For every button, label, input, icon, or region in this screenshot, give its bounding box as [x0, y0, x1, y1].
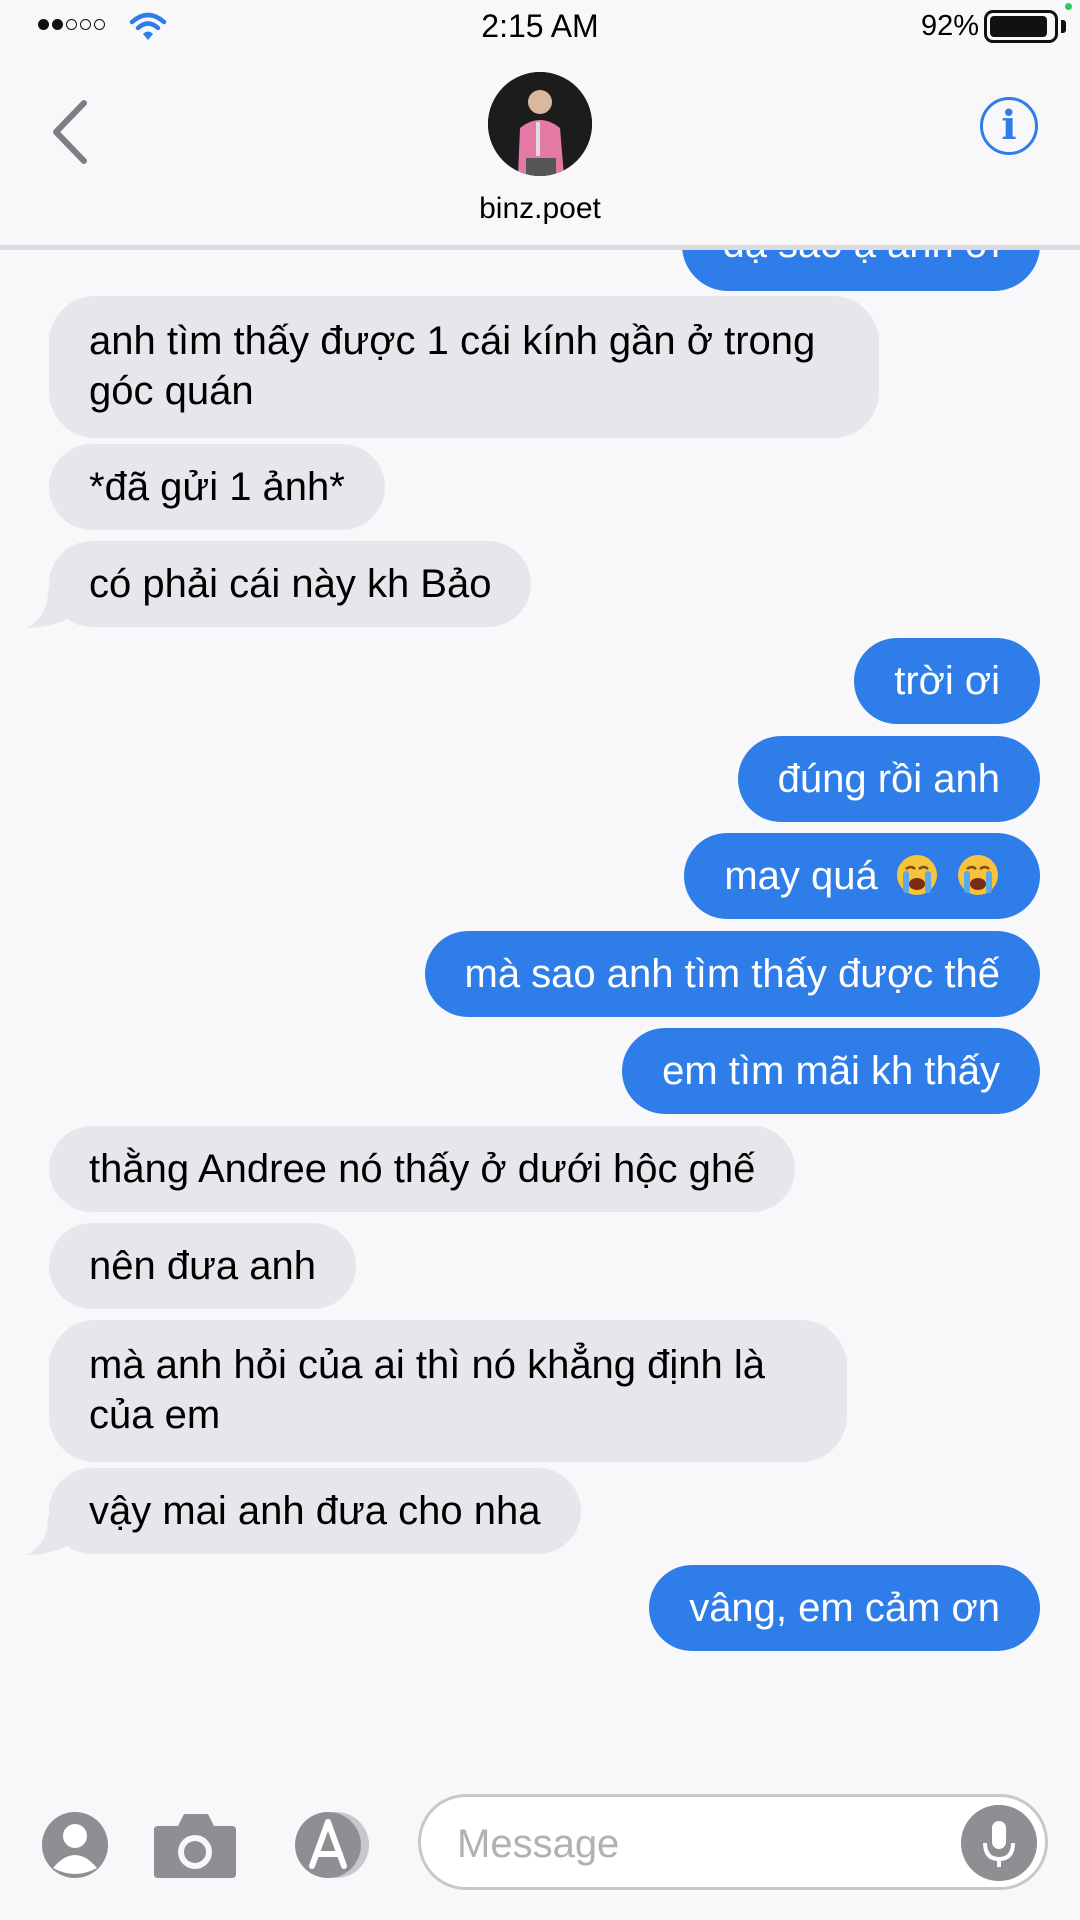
bubble-tail: [26, 590, 66, 628]
message-bubble-sent[interactable]: vâng, em cảm ơn: [649, 1565, 1040, 1651]
message-bubble-sent[interactable]: em tìm mãi kh thấy: [622, 1028, 1040, 1114]
message-field[interactable]: [418, 1794, 1048, 1890]
info-icon[interactable]: i: [980, 97, 1038, 155]
message-text: trời ơi: [894, 659, 1000, 703]
avatar-image: [488, 72, 592, 176]
message-text: nên đưa anh: [89, 1244, 316, 1288]
message-text: đúng rồi anh: [777, 757, 1000, 801]
message-text: anh tìm thấy được 1 cái kính gần ở trong…: [89, 319, 816, 413]
message-text: vâng, em cảm ơn: [689, 1586, 1000, 1630]
message-text: mà anh hỏi của ai thì nó khẳng định là c…: [89, 1343, 766, 1437]
microphone-icon[interactable]: [961, 1805, 1037, 1881]
message-bubble-received[interactable]: nên đưa anh: [49, 1223, 356, 1309]
message-thread[interactable]: dạ sao ạ anh ơi anh tìm thấy được 1 cái …: [0, 0, 1080, 1920]
message-bubble-received[interactable]: *đã gửi 1 ảnh*: [49, 444, 385, 530]
header-divider: [0, 245, 1080, 250]
message-text: em tìm mãi kh thấy: [662, 1049, 1000, 1093]
chevron-left-icon[interactable]: [44, 97, 100, 167]
message-text: vậy mai anh đưa cho nha: [89, 1489, 541, 1533]
message-text: may quá: [724, 854, 878, 898]
message-bubble-sent[interactable]: may quá: [684, 833, 1040, 919]
app-store-icon[interactable]: [290, 1810, 376, 1880]
message-bubble-received[interactable]: anh tìm thấy được 1 cái kính gần ở trong…: [49, 296, 879, 438]
message-text: thằng Andree nó thấy ở dưới hộc ghế: [89, 1147, 756, 1191]
contact-icon[interactable]: [40, 1810, 110, 1880]
message-bubble-received[interactable]: vậy mai anh đưa cho nha: [49, 1468, 581, 1554]
message-text: có phải cái này kh Bảo: [89, 562, 492, 606]
message-bubble-sent[interactable]: trời ơi: [854, 638, 1040, 724]
message-text: mà sao anh tìm thấy được thế: [464, 952, 1001, 996]
conversation-header: binz.poet i: [0, 52, 1080, 245]
loudly-crying-face-icon: [896, 855, 937, 895]
composer-bar: [0, 1780, 1080, 1920]
bubble-tail: [26, 1517, 66, 1555]
message-input[interactable]: [457, 1817, 937, 1871]
message-bubble-received[interactable]: có phải cái này kh Bảo: [49, 541, 532, 627]
message-bubble-sent[interactable]: đúng rồi anh: [737, 736, 1040, 822]
message-text: *đã gửi 1 ảnh*: [89, 465, 345, 509]
avatar[interactable]: [488, 72, 592, 176]
message-bubble-received[interactable]: mà anh hỏi của ai thì nó khẳng định là c…: [49, 1320, 847, 1462]
message-bubble-sent[interactable]: mà sao anh tìm thấy được thế: [424, 931, 1040, 1017]
contact-name[interactable]: binz.poet: [0, 192, 1080, 226]
message-bubble-received[interactable]: thằng Andree nó thấy ở dưới hộc ghế: [49, 1126, 796, 1212]
loudly-crying-face-icon: [958, 855, 998, 895]
camera-icon[interactable]: [152, 1810, 238, 1880]
